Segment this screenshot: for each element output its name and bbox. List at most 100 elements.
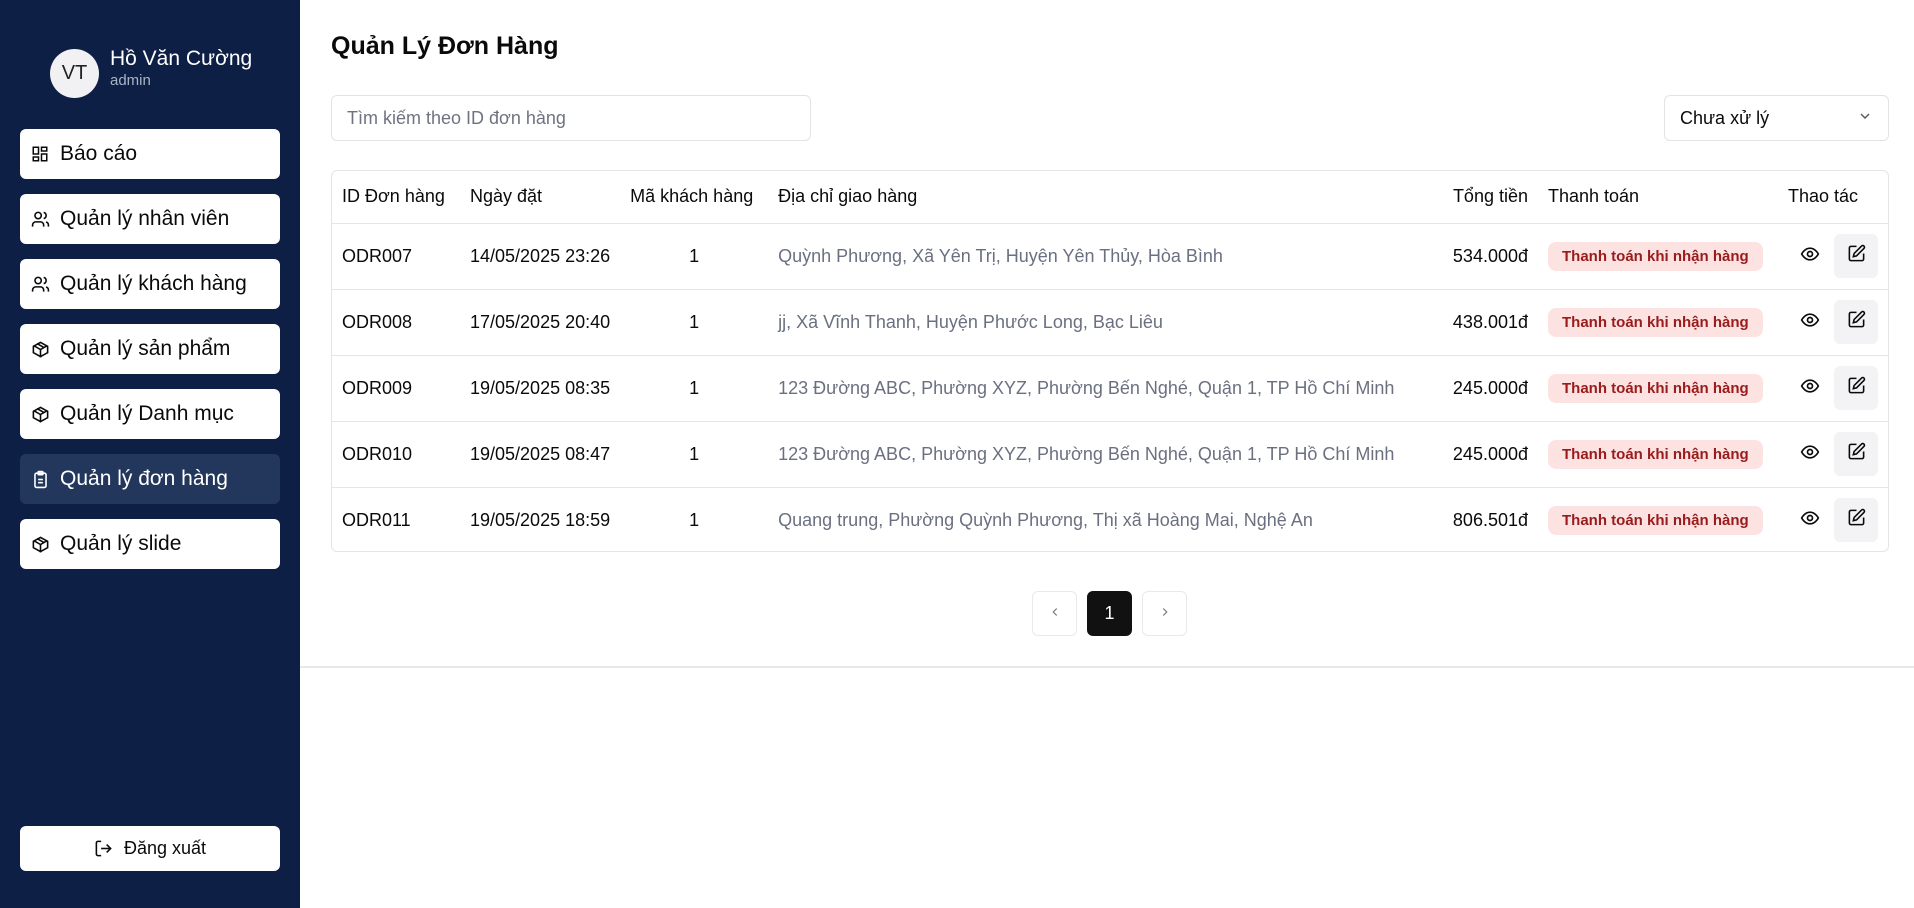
view-order-button[interactable]: [1788, 234, 1832, 278]
status-filter-select[interactable]: Chưa xử lý: [1664, 95, 1889, 141]
user-name: Hồ Văn Cường: [110, 46, 253, 70]
edit-order-button[interactable]: [1834, 234, 1878, 278]
sidebar-item-label: Báo cáo: [60, 142, 138, 165]
search-input[interactable]: [331, 95, 811, 141]
sidebar-item-slides[interactable]: Quản lý slide: [20, 519, 280, 569]
package-icon: [30, 534, 50, 554]
next-page-button[interactable]: [1142, 591, 1187, 636]
payment-badge: Thanh toán khi nhận hàng: [1548, 241, 1763, 271]
order-id: ODR009: [332, 355, 460, 422]
package-icon: [30, 339, 50, 359]
chevron-right-icon: [1158, 603, 1172, 624]
edit-order-button[interactable]: [1834, 300, 1878, 344]
order-date: 19/05/2025 08:35: [460, 355, 621, 422]
edit-icon: [1847, 310, 1866, 334]
order-total: 534.000đ: [1428, 223, 1538, 290]
dashboard-icon: [30, 144, 50, 164]
edit-icon: [1847, 376, 1866, 400]
table-row: ODR009 19/05/2025 08:35 1 123 Đường ABC,…: [332, 355, 1888, 422]
header-actions: Thao tác: [1778, 171, 1888, 224]
edit-icon: [1847, 508, 1866, 532]
order-id: ODR008: [332, 289, 460, 356]
view-order-button[interactable]: [1788, 432, 1832, 476]
previous-page-button[interactable]: [1032, 591, 1077, 636]
sidebar-item-orders[interactable]: Quản lý đơn hàng: [20, 454, 280, 504]
main-content: Quản Lý Đơn Hàng Chưa xử lý ID Đơn hàng …: [300, 0, 1914, 668]
order-total: 245.000đ: [1428, 355, 1538, 422]
shipping-address: Quỳnh Phương, Xã Yên Trị, Huyện Yên Thủy…: [768, 223, 1428, 290]
logout-button[interactable]: Đăng xuất: [20, 826, 280, 871]
sidebar-item-employees[interactable]: Quản lý nhân viên: [20, 194, 280, 244]
order-id: ODR010: [332, 421, 460, 488]
page-button-current[interactable]: 1: [1087, 591, 1132, 636]
avatar: VT: [50, 49, 99, 98]
sidebar: VT Hồ Văn Cường admin Báo cáo Quản lý nh…: [0, 0, 300, 908]
sidebar-item-label: Quản lý slide: [60, 532, 182, 555]
customer-id: 1: [620, 421, 769, 488]
sidebar-item-label: Quản lý nhân viên: [60, 207, 230, 230]
package-icon: [30, 404, 50, 424]
header-payment: Thanh toán: [1538, 171, 1778, 224]
header-shipping-address: Địa chỉ giao hàng: [768, 171, 1428, 224]
view-order-button[interactable]: [1788, 366, 1832, 410]
order-date: 14/05/2025 23:26: [460, 223, 621, 290]
user-profile: VT Hồ Văn Cường admin: [50, 46, 253, 98]
order-total: 245.000đ: [1428, 421, 1538, 488]
table-header-row: ID Đơn hàng Ngày đặt Mã khách hàng Địa c…: [332, 171, 1888, 224]
table-row: ODR007 14/05/2025 23:26 1 Quỳnh Phương, …: [332, 223, 1888, 290]
page-title: Quản Lý Đơn Hàng: [331, 32, 559, 60]
header-order-id: ID Đơn hàng: [332, 171, 460, 224]
payment-badge: Thanh toán khi nhận hàng: [1548, 307, 1763, 337]
shipping-address: 123 Đường ABC, Phường XYZ, Phường Bến Ng…: [768, 355, 1428, 422]
order-total: 806.501đ: [1452, 509, 1528, 530]
order-total: 438.001đ: [1428, 289, 1538, 356]
status-filter-value: Chưa xử lý: [1680, 107, 1770, 128]
order-date: 19/05/2025 18:59: [470, 509, 611, 530]
user-role: admin: [110, 71, 151, 89]
edit-icon: [1847, 442, 1866, 466]
view-order-button[interactable]: [1788, 300, 1832, 344]
customer-id: 1: [620, 223, 769, 290]
customer-id: 1: [620, 355, 769, 422]
eye-icon: [1800, 508, 1820, 533]
edit-order-button[interactable]: [1834, 432, 1878, 476]
payment-badge: Thanh toán khi nhận hàng: [1548, 373, 1763, 403]
logout-icon: [94, 839, 114, 859]
view-order-button[interactable]: [1788, 498, 1832, 542]
users-icon: [30, 274, 50, 294]
shipping-address: jj, Xã Vĩnh Thanh, Huyện Phước Long, Bạc…: [768, 289, 1428, 356]
eye-icon: [1800, 376, 1820, 401]
header-total: Tổng tiền: [1428, 171, 1538, 224]
shipping-address: 123 Đường ABC, Phường XYZ, Phường Bến Ng…: [768, 421, 1428, 488]
payment-badge: Thanh toán khi nhận hàng: [1548, 439, 1763, 469]
edit-order-button[interactable]: [1834, 366, 1878, 410]
edit-icon: [1847, 244, 1866, 268]
chevron-left-icon: [1048, 603, 1062, 624]
eye-icon: [1800, 442, 1820, 467]
header-customer-id: Mã khách hàng: [620, 171, 769, 224]
customer-id: 1: [620, 289, 769, 356]
eye-icon: [1800, 310, 1820, 335]
logout-label: Đăng xuất: [123, 838, 207, 858]
payment-badge: Thanh toán khi nhận hàng: [1548, 505, 1763, 535]
sidebar-item-reports[interactable]: Báo cáo: [20, 129, 280, 179]
customer-id: 1: [689, 509, 700, 530]
sidebar-item-categories[interactable]: Quản lý Danh mục: [20, 389, 280, 439]
sidebar-item-label: Quản lý đơn hàng: [60, 467, 228, 490]
eye-icon: [1800, 244, 1820, 269]
table-row: ODR010 19/05/2025 08:47 1 123 Đường ABC,…: [332, 421, 1888, 488]
sidebar-item-customers[interactable]: Quản lý khách hàng: [20, 259, 280, 309]
sidebar-item-label: Quản lý sản phẩm: [60, 337, 231, 360]
order-date: 19/05/2025 08:47: [460, 421, 621, 488]
order-id: ODR007: [332, 223, 460, 290]
sidebar-item-label: Quản lý khách hàng: [60, 272, 247, 295]
sidebar-item-products[interactable]: Quản lý sản phẩm: [20, 324, 280, 374]
pagination: 1: [1032, 591, 1187, 636]
header-order-date: Ngày đặt: [460, 171, 621, 224]
shipping-address: Quang trung, Phường Quỳnh Phương, Thị xã…: [778, 509, 1313, 530]
table-row: ODR008 17/05/2025 20:40 1 jj, Xã Vĩnh Th…: [332, 289, 1888, 356]
table-row: ODR011 19/05/2025 18:59 1 Quang trung, P…: [332, 487, 1888, 551]
edit-order-button[interactable]: [1834, 498, 1878, 543]
clipboard-icon: [30, 469, 50, 489]
sidebar-item-label: Quản lý Danh mục: [60, 402, 234, 425]
